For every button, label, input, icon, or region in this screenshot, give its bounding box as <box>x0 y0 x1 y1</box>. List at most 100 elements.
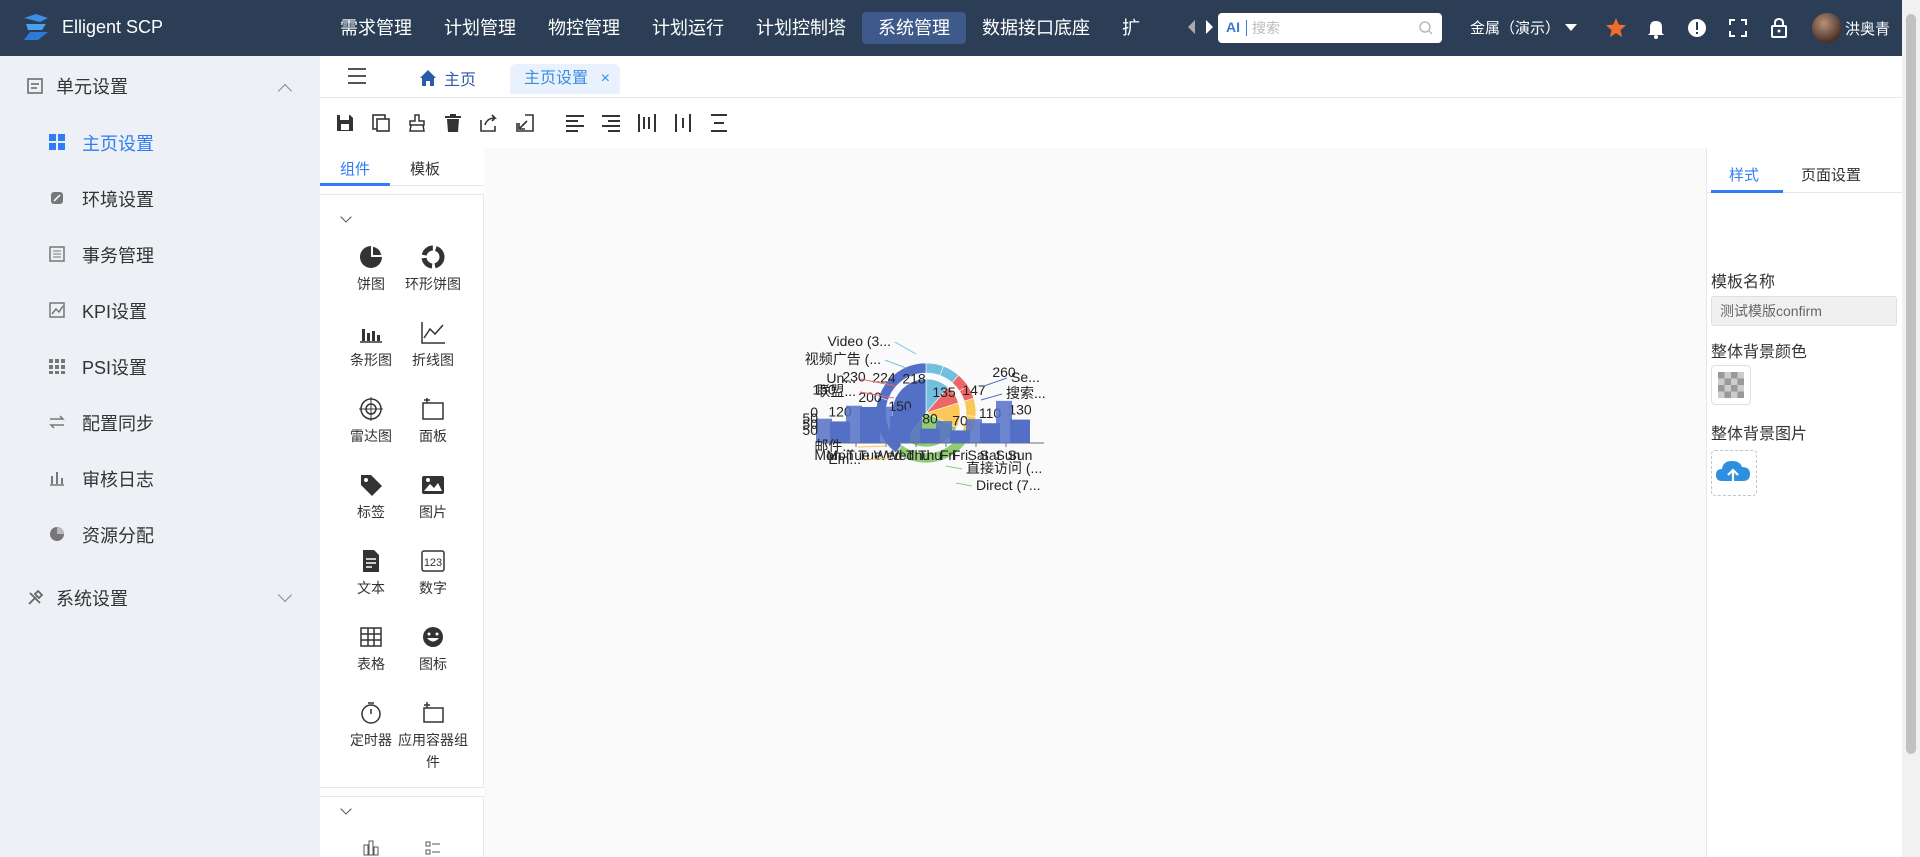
component-emoji[interactable]: 图标 <box>398 623 468 675</box>
bell-icon[interactable] <box>1644 16 1668 40</box>
component-group-more <box>320 796 484 857</box>
sidebar-group-unit-settings[interactable]: 单元设置 <box>0 58 320 114</box>
component-text[interactable]: 文本 <box>336 547 406 599</box>
clear-icon[interactable] <box>406 112 428 134</box>
search-icon[interactable] <box>1418 20 1434 36</box>
bg-color-picker[interactable] <box>1711 365 1751 405</box>
username[interactable]: 洪奥青 <box>1845 18 1890 39</box>
component-donut-chart[interactable]: 环形饼图 <box>398 243 468 295</box>
component-bar-chart[interactable]: 条形图 <box>336 319 406 371</box>
sidebar-item-transaction[interactable]: 事务管理 <box>0 226 320 282</box>
lock-icon[interactable] <box>1767 16 1791 40</box>
component-timer[interactable]: 定时器 <box>336 699 406 751</box>
sidebar-item-environment[interactable]: 环境设置 <box>0 170 320 226</box>
sidebar-item-kpi[interactable]: KPI设置 <box>0 282 320 338</box>
component-number[interactable]: 123 数字 <box>398 547 468 599</box>
nav-item-1[interactable]: 计划管理 <box>428 12 532 44</box>
component-radar-chart[interactable]: 雷达图 <box>336 395 406 447</box>
chart-canvas[interactable]: 120Mon200Tue150Wed80Thu70Fri110Sat130Sun… <box>786 318 1186 558</box>
widget-icon[interactable] <box>362 839 380 857</box>
menu-toggle-icon[interactable] <box>348 68 366 84</box>
tab-components[interactable]: 组件 <box>340 158 370 179</box>
audit-log-icon <box>50 472 64 486</box>
chevron-down-icon[interactable] <box>340 803 352 815</box>
sidebar-group-system-settings[interactable]: 系统设置 <box>0 570 320 626</box>
page-scrollbar[interactable] <box>1902 0 1920 857</box>
sidebar-item-home-settings[interactable]: 主页设置 <box>0 114 320 170</box>
sidebar-item-sync[interactable]: 配置同步 <box>0 394 320 450</box>
scrollbar-thumb[interactable] <box>1906 14 1916 754</box>
import-icon[interactable] <box>514 112 536 134</box>
tab-style[interactable]: 样式 <box>1729 164 1759 185</box>
component-panel: 组件 模板 饼图 环形饼图 条形图 折线图 雷达图 面板 标签 图片 文本 12… <box>320 148 484 857</box>
nav-item-7[interactable]: 扩展 <box>1106 12 1140 44</box>
tab-templates[interactable]: 模板 <box>410 158 440 179</box>
component-tag[interactable]: 标签 <box>336 471 406 523</box>
avatar[interactable] <box>1812 13 1842 43</box>
tab-home[interactable]: 主页 <box>418 64 476 92</box>
fullscreen-icon[interactable] <box>1726 16 1750 40</box>
export-icon[interactable] <box>478 112 500 134</box>
align-left-icon[interactable] <box>564 112 586 134</box>
align-right-icon[interactable] <box>600 112 622 134</box>
logo[interactable]: Elligent SCP <box>20 12 163 42</box>
component-label: 数字 <box>419 580 447 596</box>
component-label: 文本 <box>357 580 385 596</box>
sidebar-item-audit-log[interactable]: 审核日志 <box>0 450 320 506</box>
favorite-star-icon[interactable] <box>1604 16 1628 40</box>
pie-label: Em... <box>828 451 861 467</box>
main-area: 主页 主页设置 × 组件 模板 饼图 环形饼图 条形图 折线图 雷达图 面板 标… <box>320 56 1903 857</box>
component-app-container[interactable]: 应用容器组件 <box>398 699 468 773</box>
nav-item-5[interactable]: 系统管理 <box>862 12 966 44</box>
component-panel-widget[interactable]: 面板 <box>398 395 468 447</box>
nav-item-0[interactable]: 需求管理 <box>324 12 428 44</box>
template-name-input[interactable] <box>1711 296 1897 326</box>
design-canvas[interactable]: 120 Mon 200 Tue 150 Wed 80 Thu 70 Fri 110 Sat 130 Sun… <box>486 148 1696 857</box>
chevron-up-icon[interactable] <box>277 83 293 99</box>
nav-item-4[interactable]: 计划控制塔 <box>740 12 862 44</box>
tab-page-settings[interactable]: 页面设置 <box>1801 164 1861 185</box>
sidebar-item-resource[interactable]: 资源分配 <box>0 506 320 562</box>
tab-bar: 主页 主页设置 × <box>320 56 1902 98</box>
sidebar-item-psi[interactable]: PSI设置 <box>0 338 320 394</box>
component-pie-chart[interactable]: 饼图 <box>336 243 406 295</box>
nav-next-icon[interactable] <box>1206 20 1213 34</box>
delete-icon[interactable] <box>442 112 464 134</box>
table-icon <box>360 627 382 647</box>
company-selector[interactable]: 金属（演示） <box>1470 17 1560 38</box>
save-icon[interactable] <box>334 112 356 134</box>
close-icon[interactable]: × <box>601 64 610 94</box>
search-input[interactable] <box>1252 18 1412 38</box>
pie-chart-icon <box>360 246 382 268</box>
alert-icon[interactable] <box>1685 16 1709 40</box>
distribute-horizontal-icon[interactable] <box>636 112 658 134</box>
nav-item-6[interactable]: 数据接口底座 <box>966 12 1106 44</box>
component-image[interactable]: 图片 <box>398 471 468 523</box>
home-icon <box>420 70 436 86</box>
search-box[interactable]: AI <box>1218 13 1442 43</box>
copy-icon[interactable] <box>370 112 392 134</box>
chevron-down-icon[interactable] <box>277 587 293 603</box>
sidebar-item-label: 主页设置 <box>82 134 154 154</box>
sidebar-item-label: 环境设置 <box>82 190 154 210</box>
nav-item-3[interactable]: 计划运行 <box>636 12 740 44</box>
component-table[interactable]: 表格 <box>336 623 406 675</box>
distribute-vertical-icon[interactable] <box>708 112 730 134</box>
list-widget-icon[interactable] <box>424 839 442 857</box>
home-settings-icon <box>49 134 65 150</box>
pie-leader-line <box>955 482 973 487</box>
transparent-color-icon <box>1718 372 1744 398</box>
chevron-down-icon[interactable] <box>1565 24 1577 31</box>
tab-home-settings[interactable]: 主页设置 × <box>510 64 620 94</box>
component-line-chart[interactable]: 折线图 <box>398 319 468 371</box>
kpi-icon <box>49 302 65 318</box>
nav-item-2[interactable]: 物控管理 <box>532 12 636 44</box>
chevron-down-icon[interactable] <box>340 211 352 223</box>
align-center-vertical-icon[interactable] <box>672 112 694 134</box>
nav-prev-icon[interactable] <box>1188 20 1195 34</box>
tab-indicator <box>1711 190 1783 193</box>
bar-chart-icon <box>360 329 382 343</box>
bg-image-upload[interactable] <box>1711 450 1757 496</box>
search-separator <box>1246 20 1247 36</box>
ai-icon[interactable]: AI <box>1226 19 1240 35</box>
